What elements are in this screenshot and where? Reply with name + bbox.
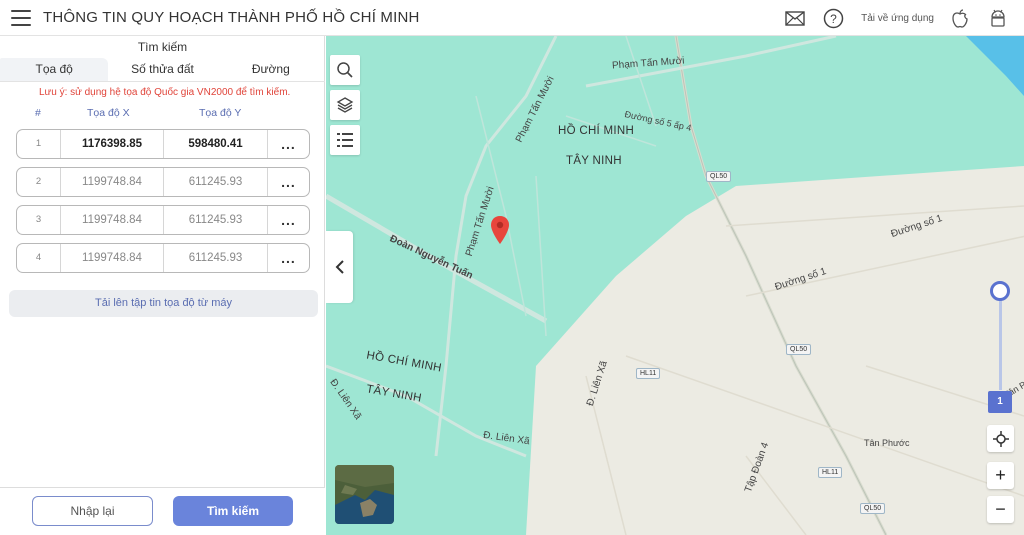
layers-icon — [336, 97, 354, 113]
zoom-slider-handle[interactable] — [990, 281, 1010, 301]
road-shield: HL11 — [636, 368, 661, 379]
search-tabs: Tọa độ Số thửa đất Đường — [0, 58, 325, 82]
apple-icon[interactable] — [948, 6, 972, 30]
column-header-y: Tọa độ Y — [199, 107, 242, 119]
vn2000-note: Lưu ý: sử dụng hệ tọa độ Quốc gia VN2000… — [39, 87, 291, 98]
zoom-slider-track[interactable] — [999, 298, 1002, 390]
search-panel: Tìm kiếm Tọa độ Số thửa đất Đường Lưu ý:… — [0, 36, 325, 535]
layers-button[interactable] — [330, 90, 360, 120]
column-header-num: # — [35, 107, 41, 119]
zoom-out-button[interactable]: − — [987, 496, 1014, 523]
y-coordinate-input[interactable]: 611245.93 — [164, 206, 268, 234]
y-coordinate-input[interactable]: 598480.41 — [164, 130, 268, 158]
satellite-toggle-thumbnail[interactable] — [335, 465, 394, 524]
map-label-province: HỒ CHÍ MINH — [558, 125, 635, 137]
search-icon — [337, 62, 353, 78]
panel-title: Tìm kiếm — [137, 40, 188, 54]
coordinate-row: 2 1199748.84 611245.93 ... — [16, 167, 310, 197]
y-coordinate-input[interactable]: 611245.93 — [164, 168, 268, 196]
coordinate-row: 3 1199748.84 611245.93 ... — [16, 205, 310, 235]
tab-street[interactable]: Đường — [217, 58, 325, 81]
row-number: 1 — [17, 130, 61, 158]
panel-footer: Nhập lại Tìm kiếm — [0, 487, 325, 535]
tab-coordinates[interactable]: Tọa độ — [0, 58, 109, 81]
collapse-panel-button[interactable] — [326, 231, 353, 303]
road-shield: HL11 — [818, 467, 843, 478]
x-coordinate-input[interactable]: 1199748.84 — [61, 244, 164, 272]
column-header-x: Tọa độ X — [87, 107, 130, 119]
map-label-province: TÂY NINH — [566, 155, 622, 167]
map-label-area: Tân Phước — [864, 438, 910, 448]
road-shield: QL50 — [706, 171, 732, 182]
row-more-button[interactable]: ... — [268, 129, 309, 159]
android-icon[interactable] — [986, 6, 1010, 30]
crosshair-icon — [992, 430, 1009, 447]
legend-button[interactable] — [330, 125, 360, 155]
zoom-level-badge: 1 — [988, 391, 1012, 413]
coordinate-row: 4 1199748.84 611245.93 ... — [16, 243, 310, 273]
row-number: 3 — [17, 206, 61, 234]
mail-icon[interactable] — [783, 6, 807, 30]
satellite-map-thumbnail — [335, 465, 394, 524]
search-button[interactable]: Tìm kiếm — [173, 496, 293, 526]
svg-text:?: ? — [830, 12, 837, 26]
location-marker-icon[interactable] — [490, 215, 510, 245]
y-coordinate-input[interactable]: 611245.93 — [164, 244, 268, 272]
help-icon[interactable]: ? — [821, 6, 845, 30]
tab-parcel-number[interactable]: Số thửa đất — [108, 58, 216, 81]
row-number: 2 — [17, 168, 61, 196]
app-title: THÔNG TIN QUY HOẠCH THÀNH PHỐ HỒ CHÍ MIN… — [43, 9, 420, 26]
x-coordinate-input[interactable]: 1199748.84 — [61, 206, 164, 234]
road-shield: QL50 — [860, 503, 886, 514]
app-header: THÔNG TIN QUY HOẠCH THÀNH PHỐ HỒ CHÍ MIN… — [0, 0, 1024, 36]
map-search-button[interactable] — [330, 55, 360, 85]
upload-coordinates-button[interactable]: Tải lên tập tin tọa độ từ máy — [9, 290, 318, 317]
row-more-button[interactable]: ... — [268, 205, 309, 235]
zoom-in-button[interactable]: + — [987, 462, 1014, 489]
list-icon — [337, 133, 353, 147]
header-actions: ? Tải về ứng dụng — [783, 6, 1010, 30]
locate-button[interactable] — [987, 425, 1014, 452]
x-coordinate-input[interactable]: 1199748.84 — [61, 168, 164, 196]
map-canvas — [326, 36, 1024, 535]
x-coordinate-input[interactable]: 1176398.85 — [61, 130, 164, 158]
coordinate-row: 1 1176398.85 598480.41 ... — [16, 129, 310, 159]
road-shield: QL50 — [786, 344, 812, 355]
reset-button[interactable]: Nhập lại — [32, 496, 153, 526]
map-view[interactable]: Phạm Tấn Mười Phạm Tấn Mười Phạm Tấn Mườ… — [326, 36, 1024, 535]
row-more-button[interactable]: ... — [268, 243, 309, 273]
download-app-label: Tải về ứng dụng — [861, 12, 934, 24]
row-number: 4 — [17, 244, 61, 272]
row-more-button[interactable]: ... — [268, 167, 309, 197]
menu-icon[interactable] — [11, 10, 31, 26]
chevron-left-icon — [335, 260, 344, 274]
